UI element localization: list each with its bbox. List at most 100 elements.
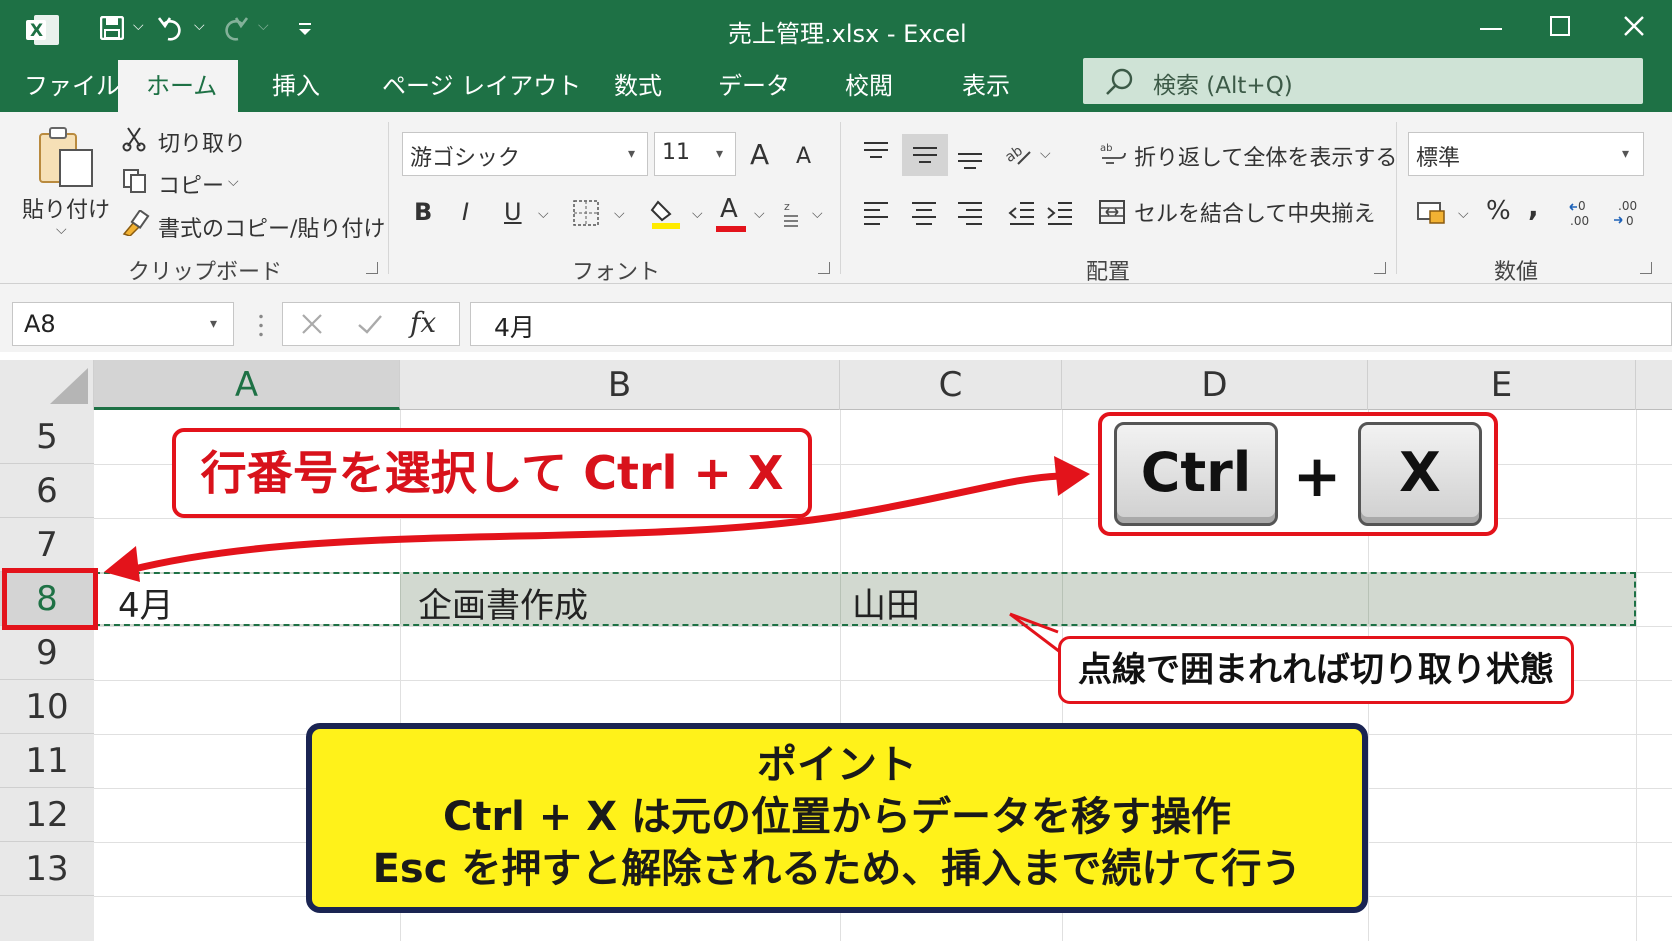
save-icon[interactable]	[100, 16, 124, 40]
tab-review[interactable]: 校閲	[845, 60, 893, 112]
cut-label[interactable]: 切り取り	[158, 126, 246, 158]
decrease-indent-icon[interactable]	[1008, 200, 1036, 226]
column-header-e[interactable]: E	[1368, 360, 1636, 410]
font-color-button[interactable]: A	[720, 194, 738, 224]
chevron-down-icon[interactable]: ⌵	[614, 206, 625, 222]
minimize-icon[interactable]	[1480, 28, 1502, 30]
chevron-down-icon[interactable]: ⌵	[258, 18, 269, 34]
merge-center-label[interactable]: セルを結合して中央揃え	[1134, 196, 1375, 228]
window-title: 売上管理.xlsx - Excel	[728, 20, 967, 48]
dialog-launcher-icon[interactable]	[1374, 262, 1386, 274]
orientation-icon[interactable]: ab	[1002, 138, 1032, 168]
cancel-entry-icon[interactable]	[300, 312, 324, 336]
format-painter-label[interactable]: 書式のコピー/貼り付け	[158, 211, 385, 243]
font-size-value: 11	[662, 140, 690, 165]
align-left-icon[interactable]	[862, 200, 890, 226]
tab-home[interactable]: ホーム	[118, 60, 238, 112]
decrease-decimal-icon[interactable]: .00 0	[1612, 198, 1646, 228]
insert-function-button[interactable]: fx	[410, 306, 436, 339]
font-color-bar	[716, 226, 746, 232]
borders-icon[interactable]	[572, 199, 600, 227]
formula-content: 4月	[494, 313, 535, 342]
redo-icon[interactable]	[222, 14, 248, 42]
chevron-down-icon[interactable]: ⌵	[538, 206, 549, 222]
increase-decimal-icon[interactable]: 0 .00	[1568, 198, 1602, 228]
gridline	[1368, 574, 1369, 624]
merge-center-icon[interactable]	[1098, 198, 1126, 226]
chevron-down-icon[interactable]: ⌵	[1362, 206, 1373, 222]
dialog-launcher-icon[interactable]	[1640, 262, 1652, 274]
row-header-11[interactable]: 11	[0, 734, 94, 788]
chevron-down-icon[interactable]: ⌵	[194, 18, 205, 34]
tab-data[interactable]: データ	[718, 60, 790, 112]
tab-file[interactable]: ファイル	[24, 60, 120, 112]
formula-input[interactable]	[470, 302, 1672, 346]
chevron-down-icon[interactable]: ⌵	[1458, 206, 1469, 222]
cut-icon[interactable]	[122, 126, 146, 152]
arrow-icon	[104, 456, 1090, 582]
percent-style-button[interactable]: %	[1486, 196, 1511, 226]
chevron-down-icon[interactable]: ⌵	[754, 206, 765, 222]
italic-button[interactable]: I	[462, 198, 469, 226]
grow-font-button[interactable]: A	[750, 138, 769, 171]
row-header-12[interactable]: 12	[0, 788, 94, 842]
dialog-launcher-icon[interactable]	[366, 262, 378, 274]
chevron-down-icon[interactable]: ⌵	[692, 206, 703, 222]
dashed-note-text: 点線で囲まれれば切り取り状態	[1078, 650, 1554, 690]
phonetic-guide-icon[interactable]: z	[782, 198, 802, 228]
svg-text:0: 0	[1578, 199, 1586, 213]
align-top-icon[interactable]	[862, 140, 890, 164]
align-bottom-icon[interactable]	[956, 146, 984, 170]
maximize-icon[interactable]	[1550, 16, 1570, 36]
alignment-group-label: 配置	[1086, 260, 1131, 285]
undo-icon[interactable]	[158, 14, 184, 42]
tab-insert[interactable]: 挿入	[272, 60, 320, 112]
accounting-format-icon[interactable]	[1416, 200, 1448, 226]
chevron-down-icon[interactable]: ⌵	[812, 206, 823, 222]
svg-text:ab: ab	[1002, 143, 1026, 166]
row-header-10[interactable]: 10	[0, 680, 94, 734]
close-icon[interactable]	[1623, 15, 1645, 37]
chevron-down-icon[interactable]: ⌵	[133, 18, 144, 34]
chevron-down-icon[interactable]: ⌵	[228, 174, 239, 190]
resize-handle-icon[interactable]	[259, 312, 263, 338]
chevron-down-icon[interactable]: ▾	[716, 146, 723, 162]
confirm-entry-icon[interactable]	[356, 312, 384, 336]
number-format-value: 標準	[1416, 146, 1461, 171]
tab-view[interactable]: 表示	[962, 60, 1010, 112]
search-box[interactable]: 検索 (Alt+Q)	[1083, 58, 1643, 104]
paste-label[interactable]: 貼り付け	[22, 192, 110, 224]
tab-page-layout[interactable]: ページ レイアウト	[382, 60, 581, 112]
copy-icon[interactable]	[122, 168, 148, 194]
search-placeholder: 検索 (Alt+Q)	[1153, 73, 1293, 99]
increase-indent-icon[interactable]	[1046, 200, 1074, 226]
dialog-launcher-icon[interactable]	[818, 262, 830, 274]
align-right-icon[interactable]	[956, 200, 984, 226]
row-header-9[interactable]: 9	[0, 626, 94, 680]
shrink-font-button[interactable]: A	[796, 144, 811, 169]
x-key: X	[1358, 422, 1482, 526]
chevron-down-icon[interactable]: ▾	[628, 146, 635, 162]
align-center-icon[interactable]	[910, 200, 938, 226]
fill-color-icon[interactable]	[650, 196, 682, 230]
tab-formulas[interactable]: 数式	[614, 60, 662, 112]
comma-style-button[interactable]: ,	[1528, 190, 1539, 223]
underline-button[interactable]: U	[504, 198, 522, 226]
paste-icon[interactable]	[38, 126, 94, 188]
customize-qat-icon[interactable]	[296, 20, 314, 38]
svg-text:ab: ab	[1100, 143, 1112, 154]
font-name-value: 游ゴシック	[410, 146, 521, 171]
chevron-down-icon[interactable]: ⌵	[56, 222, 67, 238]
wrap-text-label[interactable]: 折り返して全体を表示する	[1134, 140, 1397, 172]
svg-text:.00: .00	[1618, 199, 1637, 213]
bold-button[interactable]: B	[414, 198, 432, 226]
copy-label[interactable]: コピー	[158, 168, 224, 200]
chevron-down-icon[interactable]: ▾	[1622, 146, 1629, 162]
wrap-text-icon[interactable]: ab	[1100, 140, 1126, 166]
ctrl-key: Ctrl	[1114, 422, 1278, 526]
chevron-down-icon[interactable]: ▾	[210, 316, 217, 332]
chevron-down-icon[interactable]: ⌵	[1040, 146, 1051, 162]
row-header-13[interactable]: 13	[0, 842, 94, 896]
format-painter-icon[interactable]	[120, 210, 150, 236]
search-icon	[1106, 68, 1133, 95]
